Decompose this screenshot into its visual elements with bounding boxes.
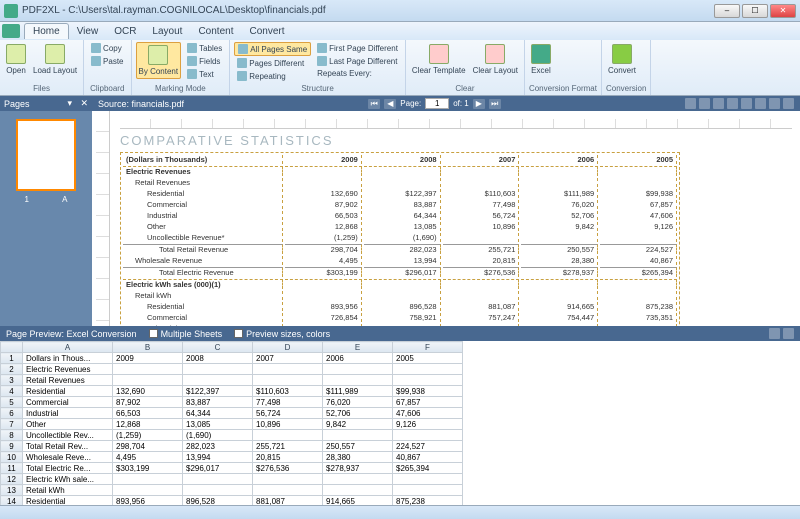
copy-button[interactable]: Copy: [88, 42, 125, 54]
fields-button[interactable]: Fields: [184, 55, 225, 67]
clear-template-button[interactable]: Clear Template: [410, 42, 468, 77]
document-table: (Dollars in Thousands)200920082007200620…: [120, 152, 680, 326]
text-button[interactable]: Text: [184, 68, 225, 80]
pages-panel: Pages ▾✕ 1 A: [0, 96, 92, 326]
rotate-icon[interactable]: [783, 98, 794, 109]
group-clipboard-label: Clipboard: [88, 83, 126, 93]
tab-layout[interactable]: Layout: [144, 24, 190, 39]
tab-ocr[interactable]: OCR: [106, 24, 144, 39]
by-content-button[interactable]: By Content: [136, 42, 182, 79]
tab-content[interactable]: Content: [190, 24, 241, 39]
filter-icon[interactable]: ▾: [67, 98, 77, 108]
fit-page-icon[interactable]: [769, 98, 780, 109]
pages-different-button[interactable]: Pages Different: [234, 57, 311, 69]
vertical-ruler: [96, 111, 110, 326]
last-diff-icon: [317, 56, 327, 66]
group-conversion-label: Conversion: [606, 83, 646, 93]
tool-icon-2[interactable]: [699, 98, 710, 109]
excel-format-button[interactable]: Excel: [529, 42, 553, 77]
open-button[interactable]: Open: [4, 42, 28, 77]
page-thumbnail[interactable]: [16, 119, 76, 191]
load-layout-icon: [45, 44, 65, 64]
page-prev-button[interactable]: ◀: [384, 99, 396, 109]
thumb-letter: A: [62, 195, 67, 204]
repeats-every-button[interactable]: Repeats Every:: [314, 68, 401, 79]
pages-diff-icon: [237, 58, 247, 68]
preview-title: Page Preview: Excel Conversion: [6, 329, 137, 339]
tables-button[interactable]: Tables: [184, 42, 225, 54]
clear-template-icon: [429, 44, 449, 64]
title-bar: PDF2XL - C:\Users\tal.rayman.COGNILOCAL\…: [0, 0, 800, 22]
source-title: Source: financials.pdf: [98, 99, 184, 109]
close-button[interactable]: ✕: [770, 4, 796, 18]
excel-icon: [531, 44, 551, 64]
page-label: Page:: [400, 99, 421, 108]
page-input[interactable]: [425, 98, 449, 109]
horizontal-ruler: [120, 119, 792, 129]
preview-tool-2[interactable]: [783, 328, 794, 339]
last-page-diff-button[interactable]: Last Page Different: [314, 55, 401, 67]
by-content-icon: [148, 45, 168, 65]
file-menu-button[interactable]: [2, 24, 20, 38]
pointer-icon[interactable]: [713, 98, 724, 109]
maximize-button[interactable]: ☐: [742, 4, 768, 18]
preview-sizes-checkbox[interactable]: Preview sizes, colors: [234, 329, 330, 339]
convert-button[interactable]: Convert: [606, 42, 638, 77]
tab-convert[interactable]: Convert: [241, 24, 292, 39]
ribbon: Open Load Layout Files Copy Paste Clipbo…: [0, 40, 800, 96]
text-icon: [187, 69, 197, 79]
repeating-icon: [237, 71, 247, 81]
zoom-in-icon[interactable]: [741, 98, 752, 109]
all-pages-same-button[interactable]: All Pages Same: [234, 42, 311, 56]
doc-heading: COMPARATIVE STATISTICS: [120, 133, 792, 148]
page-of: of: 1: [453, 99, 469, 108]
first-page-diff-button[interactable]: First Page Different: [314, 42, 401, 54]
group-conv-format-label: Conversion Format: [529, 83, 597, 93]
group-structure-label: Structure: [234, 83, 401, 93]
document-view[interactable]: COMPARATIVE STATISTICS (Dollars in Thous…: [92, 111, 800, 326]
all-pages-icon: [238, 44, 248, 54]
tool-icon-1[interactable]: [685, 98, 696, 109]
convert-icon: [612, 44, 632, 64]
pages-title: Pages: [4, 99, 30, 109]
preview-bar: Page Preview: Excel Conversion Multiple …: [0, 326, 800, 341]
multiple-sheets-checkbox[interactable]: Multiple Sheets: [149, 329, 223, 339]
page-next-button[interactable]: ▶: [473, 99, 485, 109]
clear-layout-icon: [485, 44, 505, 64]
load-layout-button[interactable]: Load Layout: [31, 42, 79, 77]
group-marking-label: Marking Mode: [136, 83, 226, 93]
fields-icon: [187, 56, 197, 66]
status-bar: [0, 505, 800, 519]
tables-icon: [187, 43, 197, 53]
page-first-button[interactable]: ⏮: [368, 99, 380, 109]
open-icon: [6, 44, 26, 64]
paste-icon: [91, 56, 101, 66]
fit-width-icon[interactable]: [755, 98, 766, 109]
window-title: PDF2XL - C:\Users\tal.rayman.COGNILOCAL\…: [22, 5, 714, 16]
menu-bar: Home View OCR Layout Content Convert: [0, 22, 800, 40]
excel-preview-grid[interactable]: ABCDEF1Dollars in Thous...20092008200720…: [0, 341, 800, 505]
tab-view[interactable]: View: [69, 24, 107, 39]
minimize-button[interactable]: –: [714, 4, 740, 18]
tab-home[interactable]: Home: [24, 23, 69, 39]
zoom-out-icon[interactable]: [727, 98, 738, 109]
group-files-label: Files: [4, 83, 79, 93]
repeating-button[interactable]: Repeating: [234, 70, 311, 82]
paste-button[interactable]: Paste: [88, 55, 126, 67]
thumb-num: 1: [25, 195, 29, 204]
first-diff-icon: [317, 43, 327, 53]
page-last-button[interactable]: ⏭: [489, 99, 501, 109]
copy-icon: [91, 43, 101, 53]
group-clear-label: Clear: [410, 83, 520, 93]
pages-close-icon[interactable]: ✕: [80, 98, 88, 109]
preview-tool-1[interactable]: [769, 328, 780, 339]
app-icon: [4, 4, 18, 18]
clear-layout-button[interactable]: Clear Layout: [471, 42, 520, 77]
